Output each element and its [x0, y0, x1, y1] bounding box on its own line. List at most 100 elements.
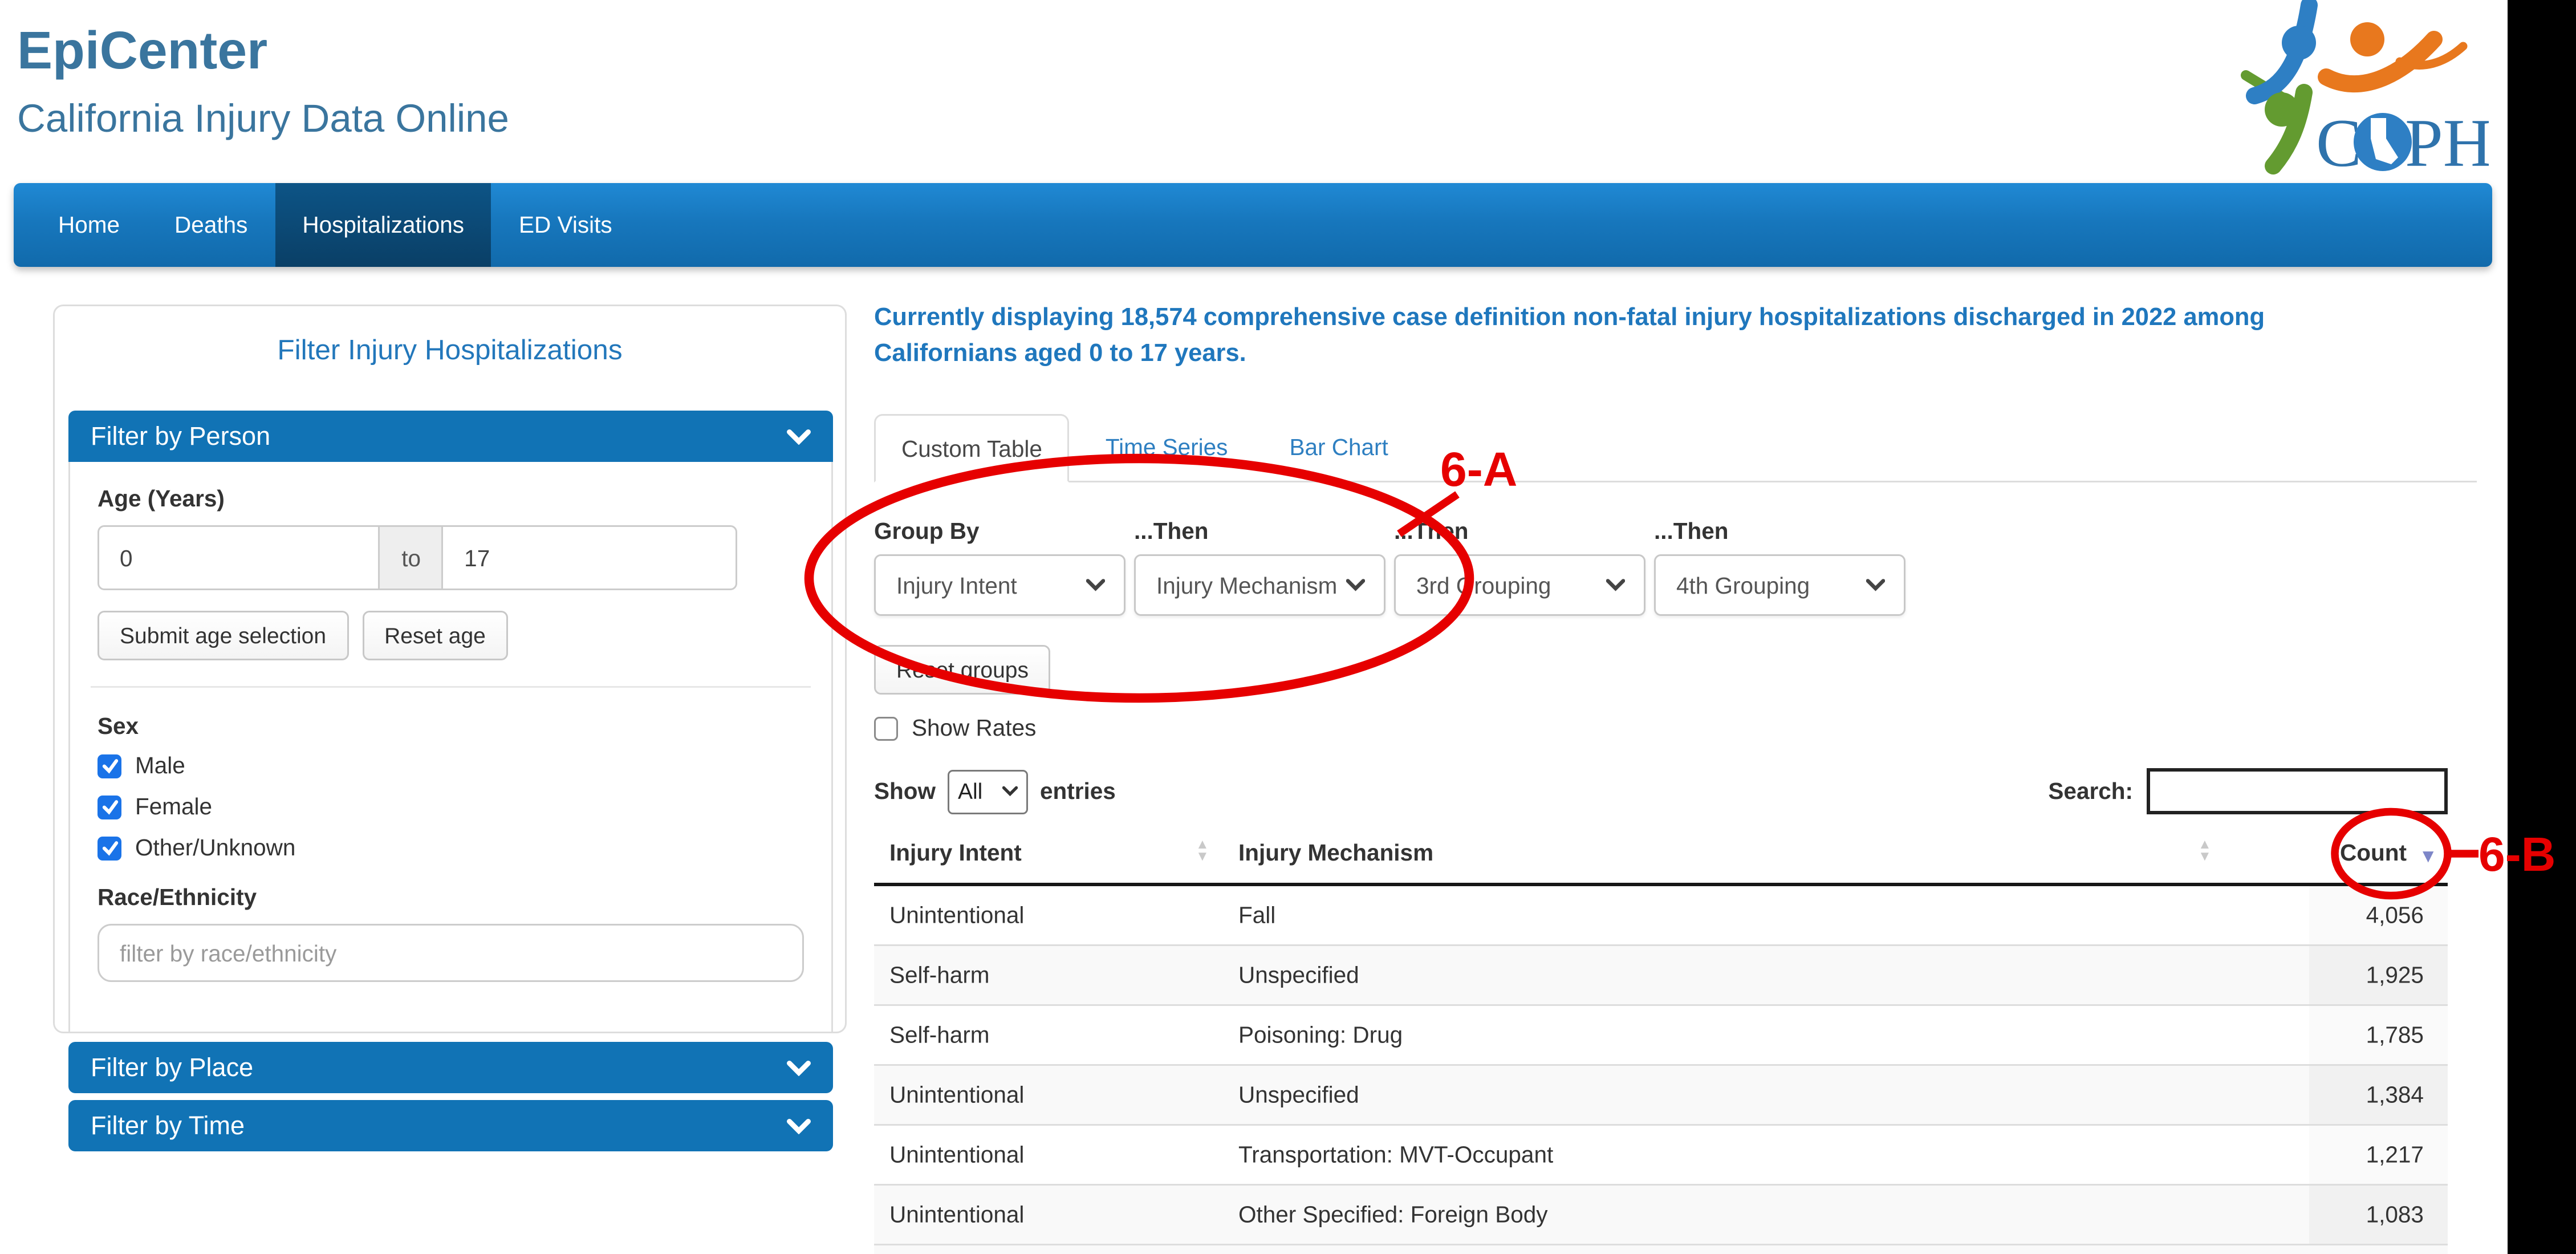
- show-entries-prefix: Show: [874, 778, 936, 804]
- reset-groups-button[interactable]: Reset groups: [874, 645, 1051, 695]
- search-input[interactable]: [2147, 768, 2448, 814]
- cell-injury-intent: Unintentional: [889, 903, 1024, 928]
- tab-time-series[interactable]: Time Series: [1080, 414, 1254, 481]
- filter-panel-title: Filter Injury Hospitalizations: [53, 335, 847, 368]
- table-row: Unintentional Other Specified: Foreign B…: [874, 1186, 2448, 1245]
- chevron-down-icon: [787, 1118, 811, 1134]
- nav-item-deaths[interactable]: Deaths: [147, 183, 275, 267]
- app-title: EpiCenter: [17, 21, 267, 82]
- cell-injury-mechanism: Fall: [1238, 903, 1275, 928]
- screenshot-black-edge: [2508, 0, 2576, 1254]
- chevron-down-icon: [1086, 578, 1105, 592]
- then-label-3: ...Then: [1394, 518, 1469, 544]
- cell-injury-intent: Unintentional: [889, 1142, 1024, 1168]
- race-filter-input[interactable]: [97, 924, 804, 982]
- chevron-down-icon: [1346, 578, 1365, 592]
- table-row: Unintentional Unspecified 1,384: [874, 1066, 2448, 1126]
- cell-count: 1,217: [2366, 1142, 2424, 1168]
- accordion-filter-by-place[interactable]: Filter by Place: [68, 1042, 833, 1093]
- cell-count: 1,083: [2366, 1202, 2424, 1228]
- chevron-down-icon: [1866, 578, 1885, 592]
- show-entries-suffix: entries: [1040, 778, 1116, 804]
- submit-age-button[interactable]: Submit age selection: [97, 611, 348, 660]
- group-by-select-1[interactable]: Injury Intent: [874, 554, 1126, 616]
- epicenter-page: EpiCenter California Injury Data Online …: [0, 0, 2576, 1254]
- chevron-down-icon: [1606, 578, 1625, 592]
- sort-descending-icon[interactable]: ▼: [2419, 847, 2437, 867]
- sex-male-checkbox[interactable]: [97, 754, 121, 778]
- search-label: Search:: [2048, 778, 2133, 804]
- accordion-filter-by-person[interactable]: Filter by Person: [68, 411, 833, 462]
- column-header-injury-intent[interactable]: Injury Intent: [889, 840, 1022, 866]
- group-by-select-4-value: 4th Grouping: [1676, 573, 1810, 598]
- sex-other-label: Other/Unknown: [135, 835, 295, 861]
- cdph-logo: C PH: [2229, 0, 2489, 181]
- cell-injury-mechanism: Unspecified: [1238, 963, 1359, 988]
- nav-item-home[interactable]: Home: [31, 183, 147, 267]
- age-to-separator: to: [380, 525, 442, 590]
- column-header-injury-mechanism[interactable]: Injury Mechanism: [1238, 840, 1433, 866]
- cell-count: 1,785: [2366, 1022, 2424, 1048]
- reset-age-button[interactable]: Reset age: [362, 611, 508, 660]
- show-rates-label: Show Rates: [912, 715, 1036, 741]
- age-range-group: to: [97, 525, 737, 590]
- cell-injury-intent: Unintentional: [889, 1202, 1024, 1228]
- then-label-2: ...Then: [1134, 518, 1209, 544]
- cell-injury-intent: Self-harm: [889, 963, 990, 988]
- age-label: Age (Years): [97, 486, 804, 512]
- entries-select-value: All: [958, 778, 982, 804]
- column-header-count[interactable]: Count: [2340, 840, 2407, 866]
- filter-by-time-label: Filter by Time: [91, 1111, 245, 1141]
- group-by-select-1-value: Injury Intent: [896, 573, 1017, 598]
- cell-injury-mechanism: Transportation: MVT-Occupant: [1238, 1142, 1553, 1168]
- group-by-select-3-value: 3rd Grouping: [1416, 573, 1551, 598]
- main-navbar: Home Deaths Hospitalizations ED Visits: [14, 183, 2492, 267]
- group-by-select-3[interactable]: 3rd Grouping: [1394, 554, 1645, 616]
- show-rates-checkbox[interactable]: [874, 716, 898, 740]
- table-row: Unintentional Transportation: MVT-Occupa…: [874, 1126, 2448, 1186]
- chevron-down-icon: [787, 429, 811, 444]
- age-from-input[interactable]: [97, 525, 380, 590]
- cell-injury-mechanism: Poisoning: Drug: [1238, 1022, 1403, 1048]
- results-table: Injury Intent ▲▼ Injury Mechanism ▲▼ Cou…: [874, 826, 2448, 1254]
- then-label-4: ...Then: [1654, 518, 1729, 544]
- sex-other-checkbox[interactable]: [97, 836, 121, 860]
- next-row-sliver: [874, 1245, 2448, 1254]
- status-text-line1: Currently displaying 18,574 comprehensiv…: [874, 301, 2265, 337]
- sex-female-checkbox[interactable]: [97, 795, 121, 819]
- tab-bar-chart[interactable]: Bar Chart: [1263, 414, 1413, 481]
- age-to-input[interactable]: [442, 525, 737, 590]
- nav-item-hospitalizations[interactable]: Hospitalizations: [275, 183, 491, 267]
- table-row: Self-harm Unspecified 1,925: [874, 946, 2448, 1006]
- cell-count: 4,056: [2366, 903, 2424, 928]
- sex-label: Sex: [97, 713, 804, 739]
- group-by-select-2[interactable]: Injury Mechanism: [1134, 554, 1385, 616]
- chevron-down-icon: [1002, 785, 1018, 797]
- entries-select[interactable]: All: [948, 769, 1028, 814]
- sex-female-label: Female: [135, 794, 212, 819]
- filter-by-person-body: Age (Years) to Submit age selection Rese…: [68, 462, 833, 1033]
- cell-injury-mechanism: Unspecified: [1238, 1082, 1359, 1108]
- filter-by-person-label: Filter by Person: [91, 422, 270, 451]
- cell-count: 1,384: [2366, 1082, 2424, 1108]
- cell-injury-mechanism: Other Specified: Foreign Body: [1238, 1202, 1548, 1228]
- cell-count: 1,925: [2366, 963, 2424, 988]
- group-by-select-2-value: Injury Mechanism: [1156, 573, 1337, 598]
- status-text-line2: Californians aged 0 to 17 years.: [874, 337, 1246, 373]
- group-by-select-4[interactable]: 4th Grouping: [1654, 554, 1905, 616]
- accordion-filter-by-time[interactable]: Filter by Time: [68, 1100, 833, 1151]
- group-by-label: Group By: [874, 518, 980, 544]
- table-row: Self-harm Poisoning: Drug 1,785: [874, 1006, 2448, 1066]
- divider: [91, 686, 811, 688]
- tab-custom-table[interactable]: Custom Table: [874, 414, 1070, 482]
- table-row: Unintentional Fall 4,056: [874, 886, 2448, 946]
- nav-item-ed-visits[interactable]: ED Visits: [491, 183, 640, 267]
- chevron-down-icon: [787, 1060, 811, 1076]
- cell-injury-intent: Unintentional: [889, 1082, 1024, 1108]
- logo-letters-ph: PH: [2405, 105, 2489, 181]
- sex-male-label: Male: [135, 753, 185, 778]
- race-label: Race/Ethnicity: [97, 884, 804, 910]
- sort-icon-injury-intent[interactable]: ▲▼: [1196, 838, 1209, 862]
- table-header-row: Injury Intent ▲▼ Injury Mechanism ▲▼ Cou…: [874, 826, 2448, 886]
- sort-icon-injury-mechanism[interactable]: ▲▼: [2198, 838, 2212, 862]
